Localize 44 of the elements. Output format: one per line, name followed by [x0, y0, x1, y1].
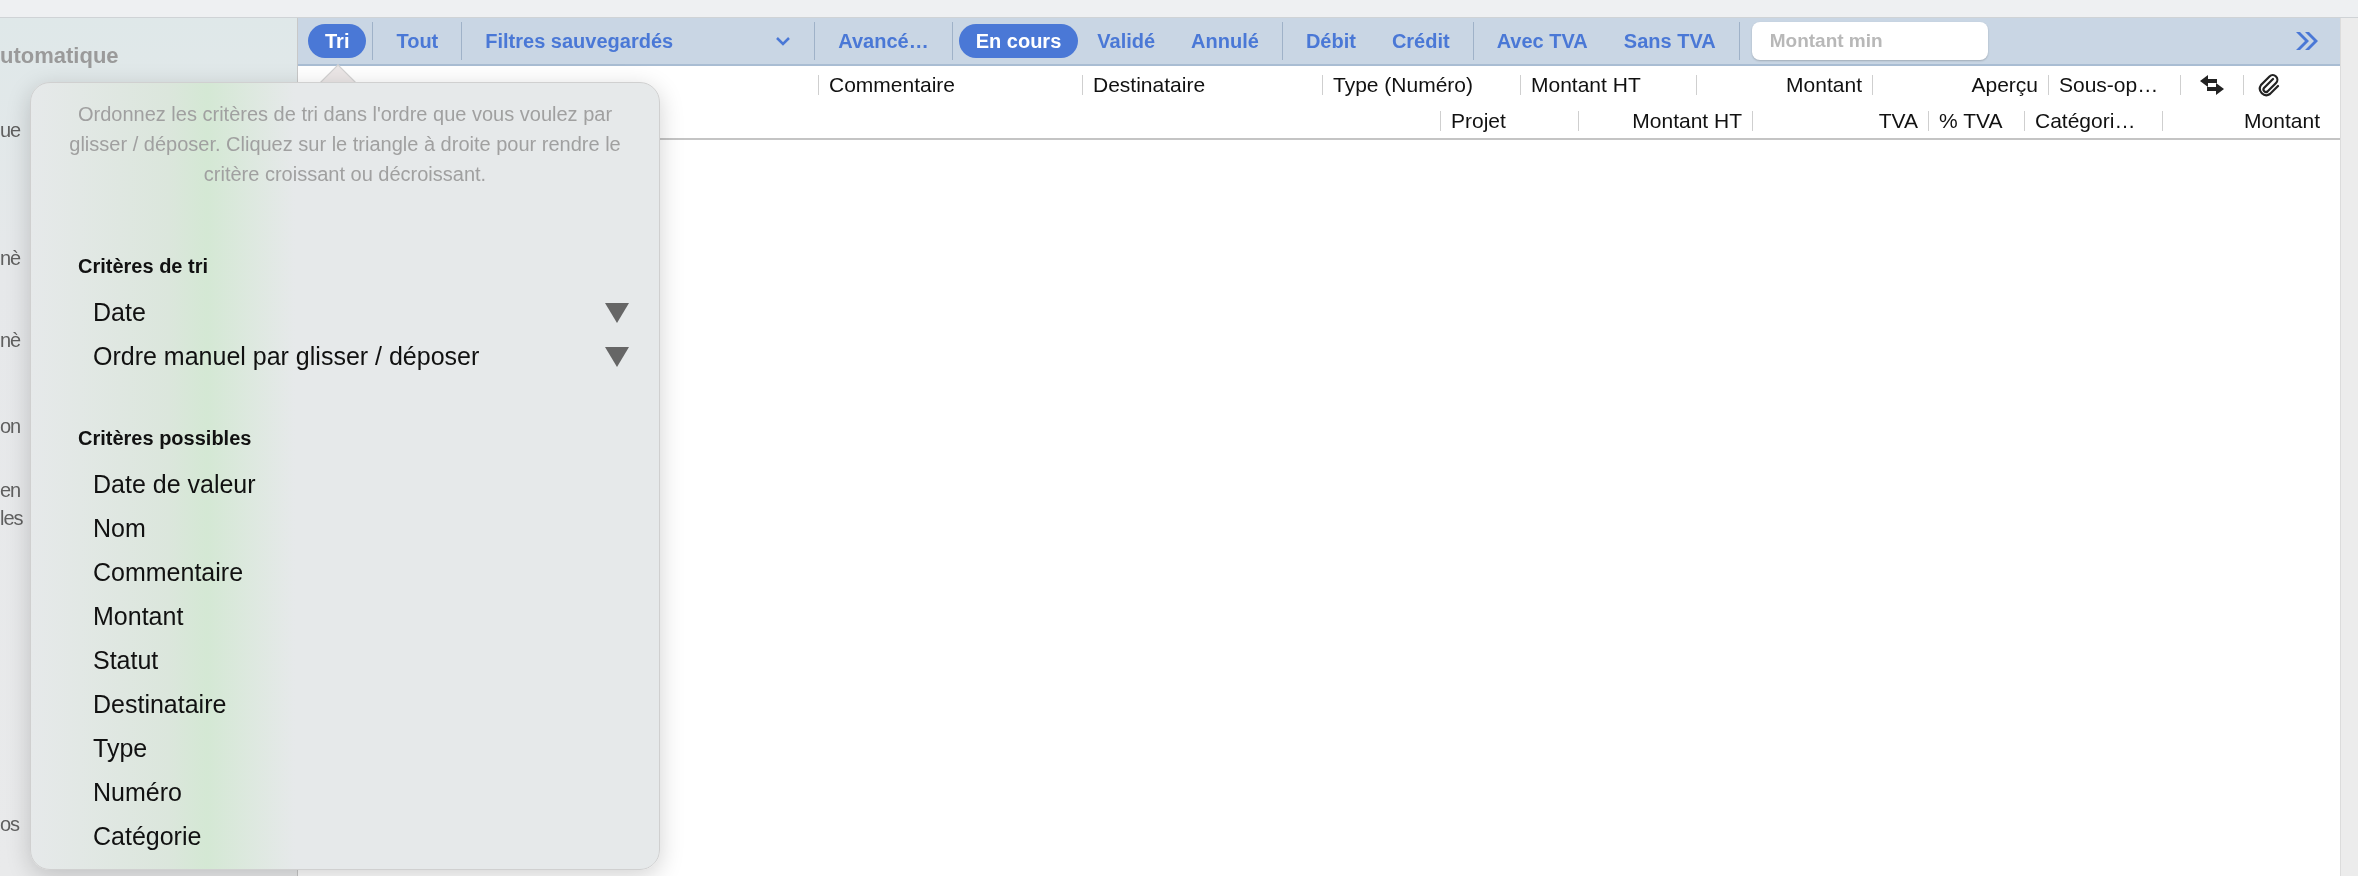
column-header[interactable]: Montant: [1786, 73, 1862, 97]
column-header[interactable]: Montant HT: [1531, 73, 1641, 97]
column-header[interactable]: TVA: [1878, 109, 1918, 133]
sort-criterion[interactable]: Statut: [78, 639, 629, 683]
section-title: Critères possibles: [78, 426, 252, 451]
sort-criterion[interactable]: Commentaire: [78, 551, 629, 595]
sidebar-item[interactable]: on: [0, 412, 21, 440]
swap-arrows-icon[interactable]: [2199, 74, 2225, 96]
column-header[interactable]: Destinataire: [1093, 73, 1206, 97]
filter-button[interactable]: Tri: [308, 24, 367, 58]
sort-hint: Ordonnez les critères de tri dans l'ordre que vous voulez par glisser / déposer. Cliquez sur le triangle à droite pour rendre le critère croissant ou décroissant.: [68, 102, 622, 187]
chevron-down-icon: [775, 36, 792, 46]
minimum-amount-field[interactable]: Montant min: [1751, 22, 1988, 60]
sort-criterion[interactable]: Numéro: [78, 771, 629, 815]
column-header[interactable]: Commentaire: [829, 73, 956, 97]
column-header[interactable]: Montant: [2244, 109, 2320, 133]
sort-criterion[interactable]: Type: [78, 727, 629, 771]
column-header[interactable]: Sous-op…: [2059, 73, 2159, 97]
sort-criterion[interactable]: Date de valeur: [78, 463, 629, 507]
paperclip-icon[interactable]: [2258, 73, 2280, 97]
sort-criterion[interactable]: Ordre manuel par glisser / déposer: [78, 335, 629, 379]
sidebar-item[interactable]: os: [0, 810, 20, 838]
section-title: Critères de tri: [78, 254, 209, 279]
triangle-down-icon[interactable]: [605, 347, 629, 367]
sidebar-item[interactable]: les: [0, 504, 23, 532]
filter-button[interactable]: En cours: [958, 24, 1079, 58]
sort-criterion[interactable]: Montant: [78, 595, 629, 639]
column-header[interactable]: Aperçu: [1971, 73, 2038, 97]
triangle-down-icon[interactable]: [605, 303, 629, 323]
column-header[interactable]: % TVA: [1939, 109, 2003, 133]
sidebar-item[interactable]: nè: [0, 326, 21, 354]
double-chevron-icon[interactable]: [2294, 30, 2320, 52]
column-header[interactable]: Catégori…: [2035, 109, 2136, 133]
sort-criterion[interactable]: Date: [78, 291, 629, 335]
column-header[interactable]: Projet: [1451, 109, 1506, 133]
sort-criterion[interactable]: Destinataire: [78, 683, 629, 727]
sidebar-heading: utomatique: [0, 42, 119, 70]
sort-criterion[interactable]: Catégorie: [78, 815, 629, 859]
sidebar-item[interactable]: ue: [0, 116, 21, 144]
sidebar-item[interactable]: en: [0, 476, 21, 504]
sort-criterion[interactable]: Nom: [78, 507, 629, 551]
column-header[interactable]: Type (Numéro): [1333, 73, 1474, 97]
sidebar-item[interactable]: nè: [0, 244, 21, 272]
column-header[interactable]: Montant HT: [1632, 109, 1742, 133]
